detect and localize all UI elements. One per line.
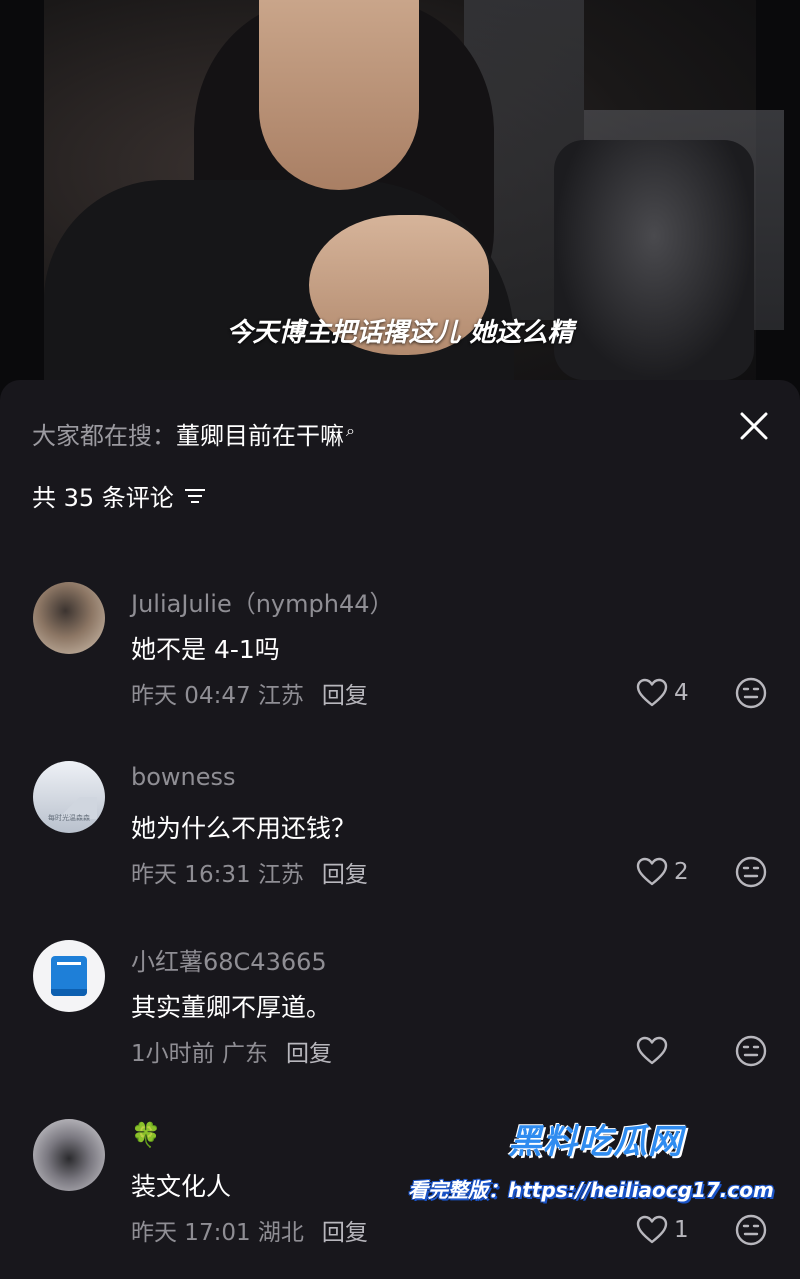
comment-text: 她为什么不用还钱？ (131, 814, 357, 843)
like-count: 2 (674, 859, 689, 885)
heart-icon (636, 857, 668, 886)
meh-face-icon[interactable] (735, 1035, 767, 1067)
comment-meta: 昨天 16:31 江苏 回复 (131, 855, 368, 889)
comment-author[interactable]: bowness (131, 763, 236, 791)
comment-item: 每时光温森森 bowness 她为什么不用还钱？ 昨天 16:31 江苏 回复 2 (0, 761, 800, 921)
reply-button[interactable]: 回复 (322, 862, 368, 888)
video-subtitle: 今天博主把话撂这儿 她这么精 (226, 318, 574, 348)
close-icon[interactable] (736, 408, 772, 444)
comment-count-label: 共 35 条评论 (32, 484, 174, 512)
watermark-text: 看完整版：https://heiliaocg17.com (408, 1178, 774, 1202)
avatar[interactable] (33, 940, 105, 1012)
watermark: 黑料吃瓜网 看完整版：https://heiliaocg17.com (408, 1112, 798, 1242)
avatar[interactable] (33, 1119, 105, 1191)
comment-text: 装文化人 (131, 1172, 232, 1201)
trending-search[interactable]: 大家都在搜：董卿目前在干嘛 ⌕ (32, 416, 355, 451)
avatar[interactable]: 每时光温森森 (33, 761, 105, 833)
comment-meta: 1小时前 广东 回复 (131, 1034, 332, 1068)
search-icon: ⌕ (346, 421, 355, 440)
comment-author[interactable]: 🍀 (131, 1121, 161, 1149)
comment-meta: 昨天 04:47 江苏 回复 (131, 676, 368, 710)
video-frame (44, 0, 784, 420)
heart-icon (636, 1036, 668, 1065)
comment-text: 她不是 4-1吗 (131, 635, 280, 664)
like-button[interactable] (636, 1036, 674, 1066)
reply-button[interactable]: 回复 (322, 1220, 368, 1246)
comment-count[interactable]: 共 35 条评论 (32, 478, 206, 513)
comment-meta: 昨天 17:01 湖北 回复 (131, 1213, 368, 1247)
comment-author[interactable]: JuliaJulie（nymph44） (131, 584, 394, 619)
like-button[interactable]: 2 (636, 857, 689, 887)
comment-item: JuliaJulie（nymph44） 她不是 4-1吗 昨天 04:47 江苏… (0, 582, 800, 742)
filter-icon[interactable] (184, 487, 206, 505)
notebook-icon (51, 956, 87, 996)
watermark-logo: 黑料吃瓜网 (508, 1122, 683, 1162)
comment-item: 小红薯68C43665 其实董卿不厚道。 1小时前 广东 回复 (0, 940, 800, 1100)
person-face (259, 0, 419, 190)
comment-time: 昨天 04:47 江苏 (131, 683, 304, 709)
comment-time: 昨天 16:31 江苏 (131, 862, 304, 888)
reply-button[interactable]: 回复 (322, 683, 368, 709)
like-count: 4 (674, 680, 689, 706)
like-button[interactable]: 4 (636, 678, 689, 708)
avatar[interactable] (33, 582, 105, 654)
avatar-caption: 每时光温森森 (48, 814, 90, 822)
heart-icon (636, 678, 668, 707)
comment-text: 其实董卿不厚道。 (131, 993, 332, 1022)
video-player[interactable]: 今天博主把话撂这儿 她这么精 (0, 0, 800, 420)
comment-author[interactable]: 小红薯68C43665 (131, 942, 327, 977)
trending-search-prefix: 大家都在搜： (32, 422, 176, 450)
comment-time: 昨天 17:01 湖北 (131, 1220, 304, 1246)
meh-face-icon[interactable] (735, 677, 767, 709)
trending-search-term[interactable]: 董卿目前在干嘛 (176, 422, 344, 450)
comment-time: 1小时前 广东 (131, 1041, 268, 1067)
meh-face-icon[interactable] (735, 856, 767, 888)
reply-button[interactable]: 回复 (286, 1041, 332, 1067)
